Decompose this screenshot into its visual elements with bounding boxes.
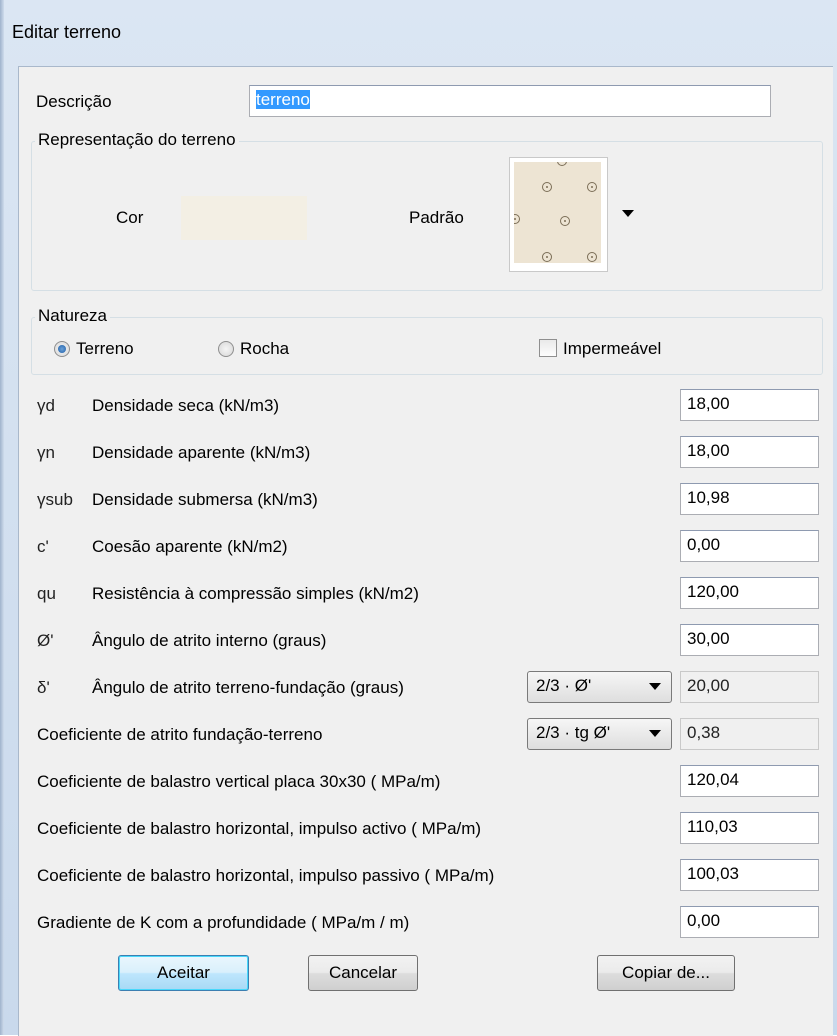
input-foundation-friction-angle: 20,00 — [680, 671, 819, 703]
description-value: terreno — [256, 90, 310, 109]
pattern-label: Padrão — [409, 208, 464, 227]
pattern-dot — [587, 182, 597, 192]
input-compressive-strength[interactable]: 120,00 — [680, 577, 819, 609]
description-label: Descrição — [36, 92, 112, 111]
pattern-dropdown-arrow-icon[interactable] — [622, 210, 634, 217]
input-horizontal-subgrade-passive[interactable]: 100,03 — [680, 859, 819, 891]
symbol-cohesion: c' — [37, 537, 49, 556]
symbol-apparent-density: γn — [37, 443, 55, 462]
cancel-button[interactable]: Cancelar — [308, 955, 418, 991]
color-swatch[interactable] — [181, 196, 307, 240]
dialog-window: Editar terreno Descrição terreno Represe… — [0, 0, 837, 1036]
radio-terreno-label: Terreno — [76, 339, 134, 358]
pattern-dot — [557, 162, 567, 166]
input-foundation-friction-coefficient: 0,38 — [680, 718, 819, 750]
label-compressive-strength: Resistência à compressão simples (kN/m2) — [92, 584, 419, 603]
label-horizontal-subgrade-passive: Coeficiente de balastro horizontal, impu… — [37, 866, 495, 885]
input-vertical-subgrade[interactable]: 120,04 — [680, 765, 819, 797]
impermeable-checkbox[interactable] — [539, 339, 557, 357]
pattern-dot — [542, 182, 552, 192]
label-horizontal-subgrade-active: Coeficiente de balastro horizontal, impu… — [37, 819, 482, 838]
dialog-body: Descrição terreno Representação do terre… — [18, 66, 833, 1036]
symbol-submerged-density: γsub — [37, 490, 73, 509]
input-horizontal-subgrade-active[interactable]: 110,03 — [680, 812, 819, 844]
label-submerged-density: Densidade submersa (kN/m3) — [92, 490, 318, 509]
label-foundation-friction-coefficient: Coeficiente de atrito fundação-terreno — [37, 725, 323, 744]
input-internal-friction-angle[interactable]: 30,00 — [680, 624, 819, 656]
label-vertical-subgrade: Coeficiente de balastro vertical placa 3… — [37, 772, 441, 791]
combo-foundation-friction-coefficient[interactable]: 2/3 · tg Ø' — [527, 718, 672, 750]
pattern-texture — [514, 162, 601, 263]
pattern-dot — [514, 214, 520, 224]
chevron-down-icon — [649, 730, 661, 737]
chevron-down-icon — [649, 683, 661, 690]
input-apparent-density[interactable]: 18,00 — [680, 436, 819, 468]
window-border — [0, 0, 4, 1035]
copy-from-button[interactable]: Copiar de... — [597, 955, 735, 991]
description-input[interactable]: terreno — [249, 85, 771, 117]
label-dry-density: Densidade seca (kN/m3) — [92, 396, 280, 415]
symbol-foundation-friction-angle: δ' — [37, 678, 50, 697]
pattern-dot — [560, 216, 570, 226]
pattern-dot — [542, 252, 552, 262]
radio-rocha[interactable] — [218, 341, 234, 357]
pattern-dot — [587, 252, 597, 262]
symbol-compressive-strength: qu — [37, 584, 56, 603]
combo-foundation-friction-angle[interactable]: 2/3 · Ø' — [527, 671, 672, 703]
radio-rocha-label: Rocha — [240, 339, 290, 358]
window-title: Editar terreno — [12, 22, 122, 42]
symbol-dry-density: γd — [37, 396, 55, 415]
color-label: Cor — [116, 208, 144, 227]
label-apparent-density: Densidade aparente (kN/m3) — [92, 443, 311, 462]
input-dry-density[interactable]: 18,00 — [680, 389, 819, 421]
accept-button[interactable]: Aceitar — [118, 955, 249, 991]
combo-foundation-friction-coefficient-value: 2/3 · tg Ø' — [536, 723, 611, 742]
pattern-preview[interactable] — [509, 157, 608, 272]
input-submerged-density[interactable]: 10,98 — [680, 483, 819, 515]
label-foundation-friction-angle: Ângulo de atrito terreno-fundação (graus… — [92, 678, 404, 697]
label-cohesion: Coesão aparente (kN/m2) — [92, 537, 288, 556]
input-cohesion[interactable]: 0,00 — [680, 530, 819, 562]
nature-legend: Natureza — [35, 306, 110, 326]
radio-terreno[interactable] — [54, 341, 70, 357]
label-k-gradient: Gradiente de K com a profundidade ( MPa/… — [37, 913, 410, 932]
symbol-internal-friction-angle: Ø' — [37, 631, 54, 650]
input-k-gradient[interactable]: 0,00 — [680, 906, 819, 938]
label-internal-friction-angle: Ângulo de atrito interno (graus) — [92, 631, 327, 650]
impermeable-label: Impermeável — [563, 339, 662, 358]
combo-foundation-friction-angle-value: 2/3 · Ø' — [536, 676, 592, 695]
terrain-representation-legend: Representação do terreno — [35, 130, 239, 150]
nature-group — [31, 317, 823, 375]
